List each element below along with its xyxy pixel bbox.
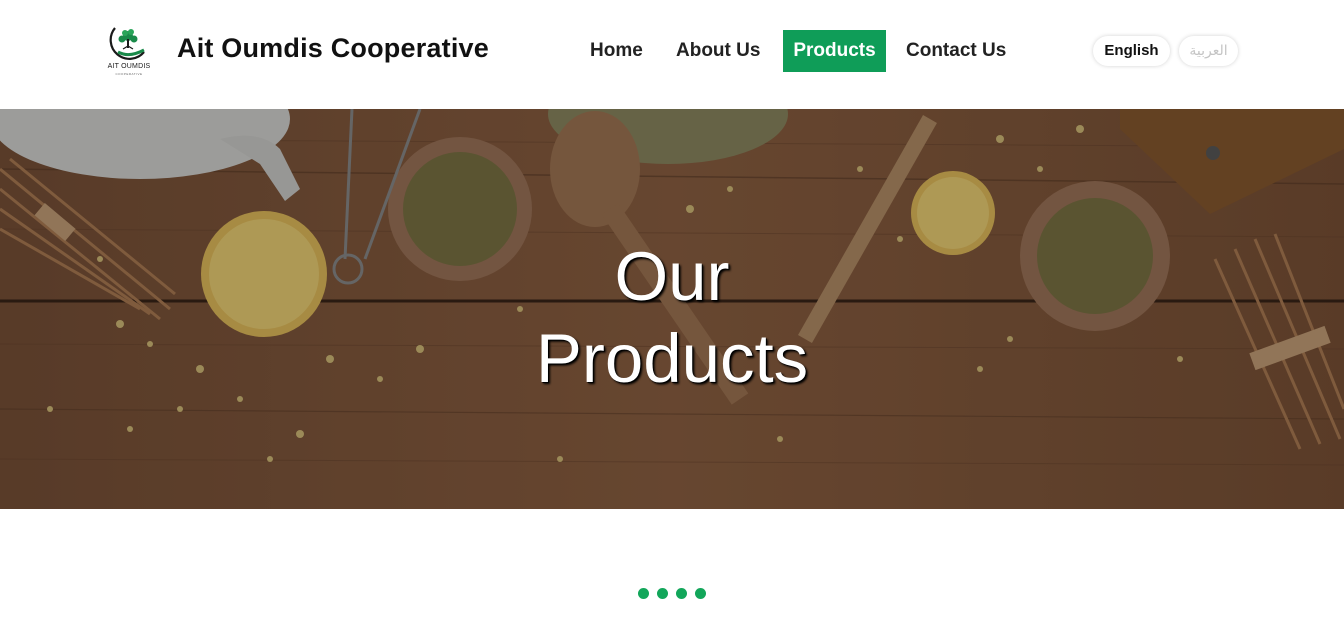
language-english-button[interactable]: English <box>1093 36 1170 66</box>
logo-subtext: COOPERATIVE <box>115 72 143 76</box>
nav-contact-us[interactable]: Contact Us <box>906 30 1006 72</box>
language-arabic-button[interactable]: العربية <box>1179 36 1238 66</box>
loading-dot <box>695 588 706 599</box>
hero-title-line-2: Products <box>535 320 809 397</box>
nav-home[interactable]: Home <box>590 30 643 72</box>
cooperative-logo[interactable]: AIT OUMDIS COOPERATIVE <box>106 22 152 80</box>
hero-banner: Our Products <box>0 109 1344 509</box>
loading-dot <box>657 588 668 599</box>
site-header: AIT OUMDIS COOPERATIVE Ait Oumdis Cooper… <box>0 0 1344 109</box>
tree-leaf-logo-icon <box>109 27 145 60</box>
logo-text: AIT OUMDIS <box>107 63 151 70</box>
nav-about-us[interactable]: About Us <box>676 30 760 72</box>
nav-products[interactable]: Products <box>783 30 886 72</box>
hero-title: Our Products <box>0 236 1344 400</box>
brand-name[interactable]: Ait Oumdis Cooperative <box>177 33 489 64</box>
loading-dot <box>638 588 649 599</box>
loading-dot <box>676 588 687 599</box>
hero-title-line-1: Our <box>614 238 730 315</box>
loading-indicator <box>638 588 706 599</box>
